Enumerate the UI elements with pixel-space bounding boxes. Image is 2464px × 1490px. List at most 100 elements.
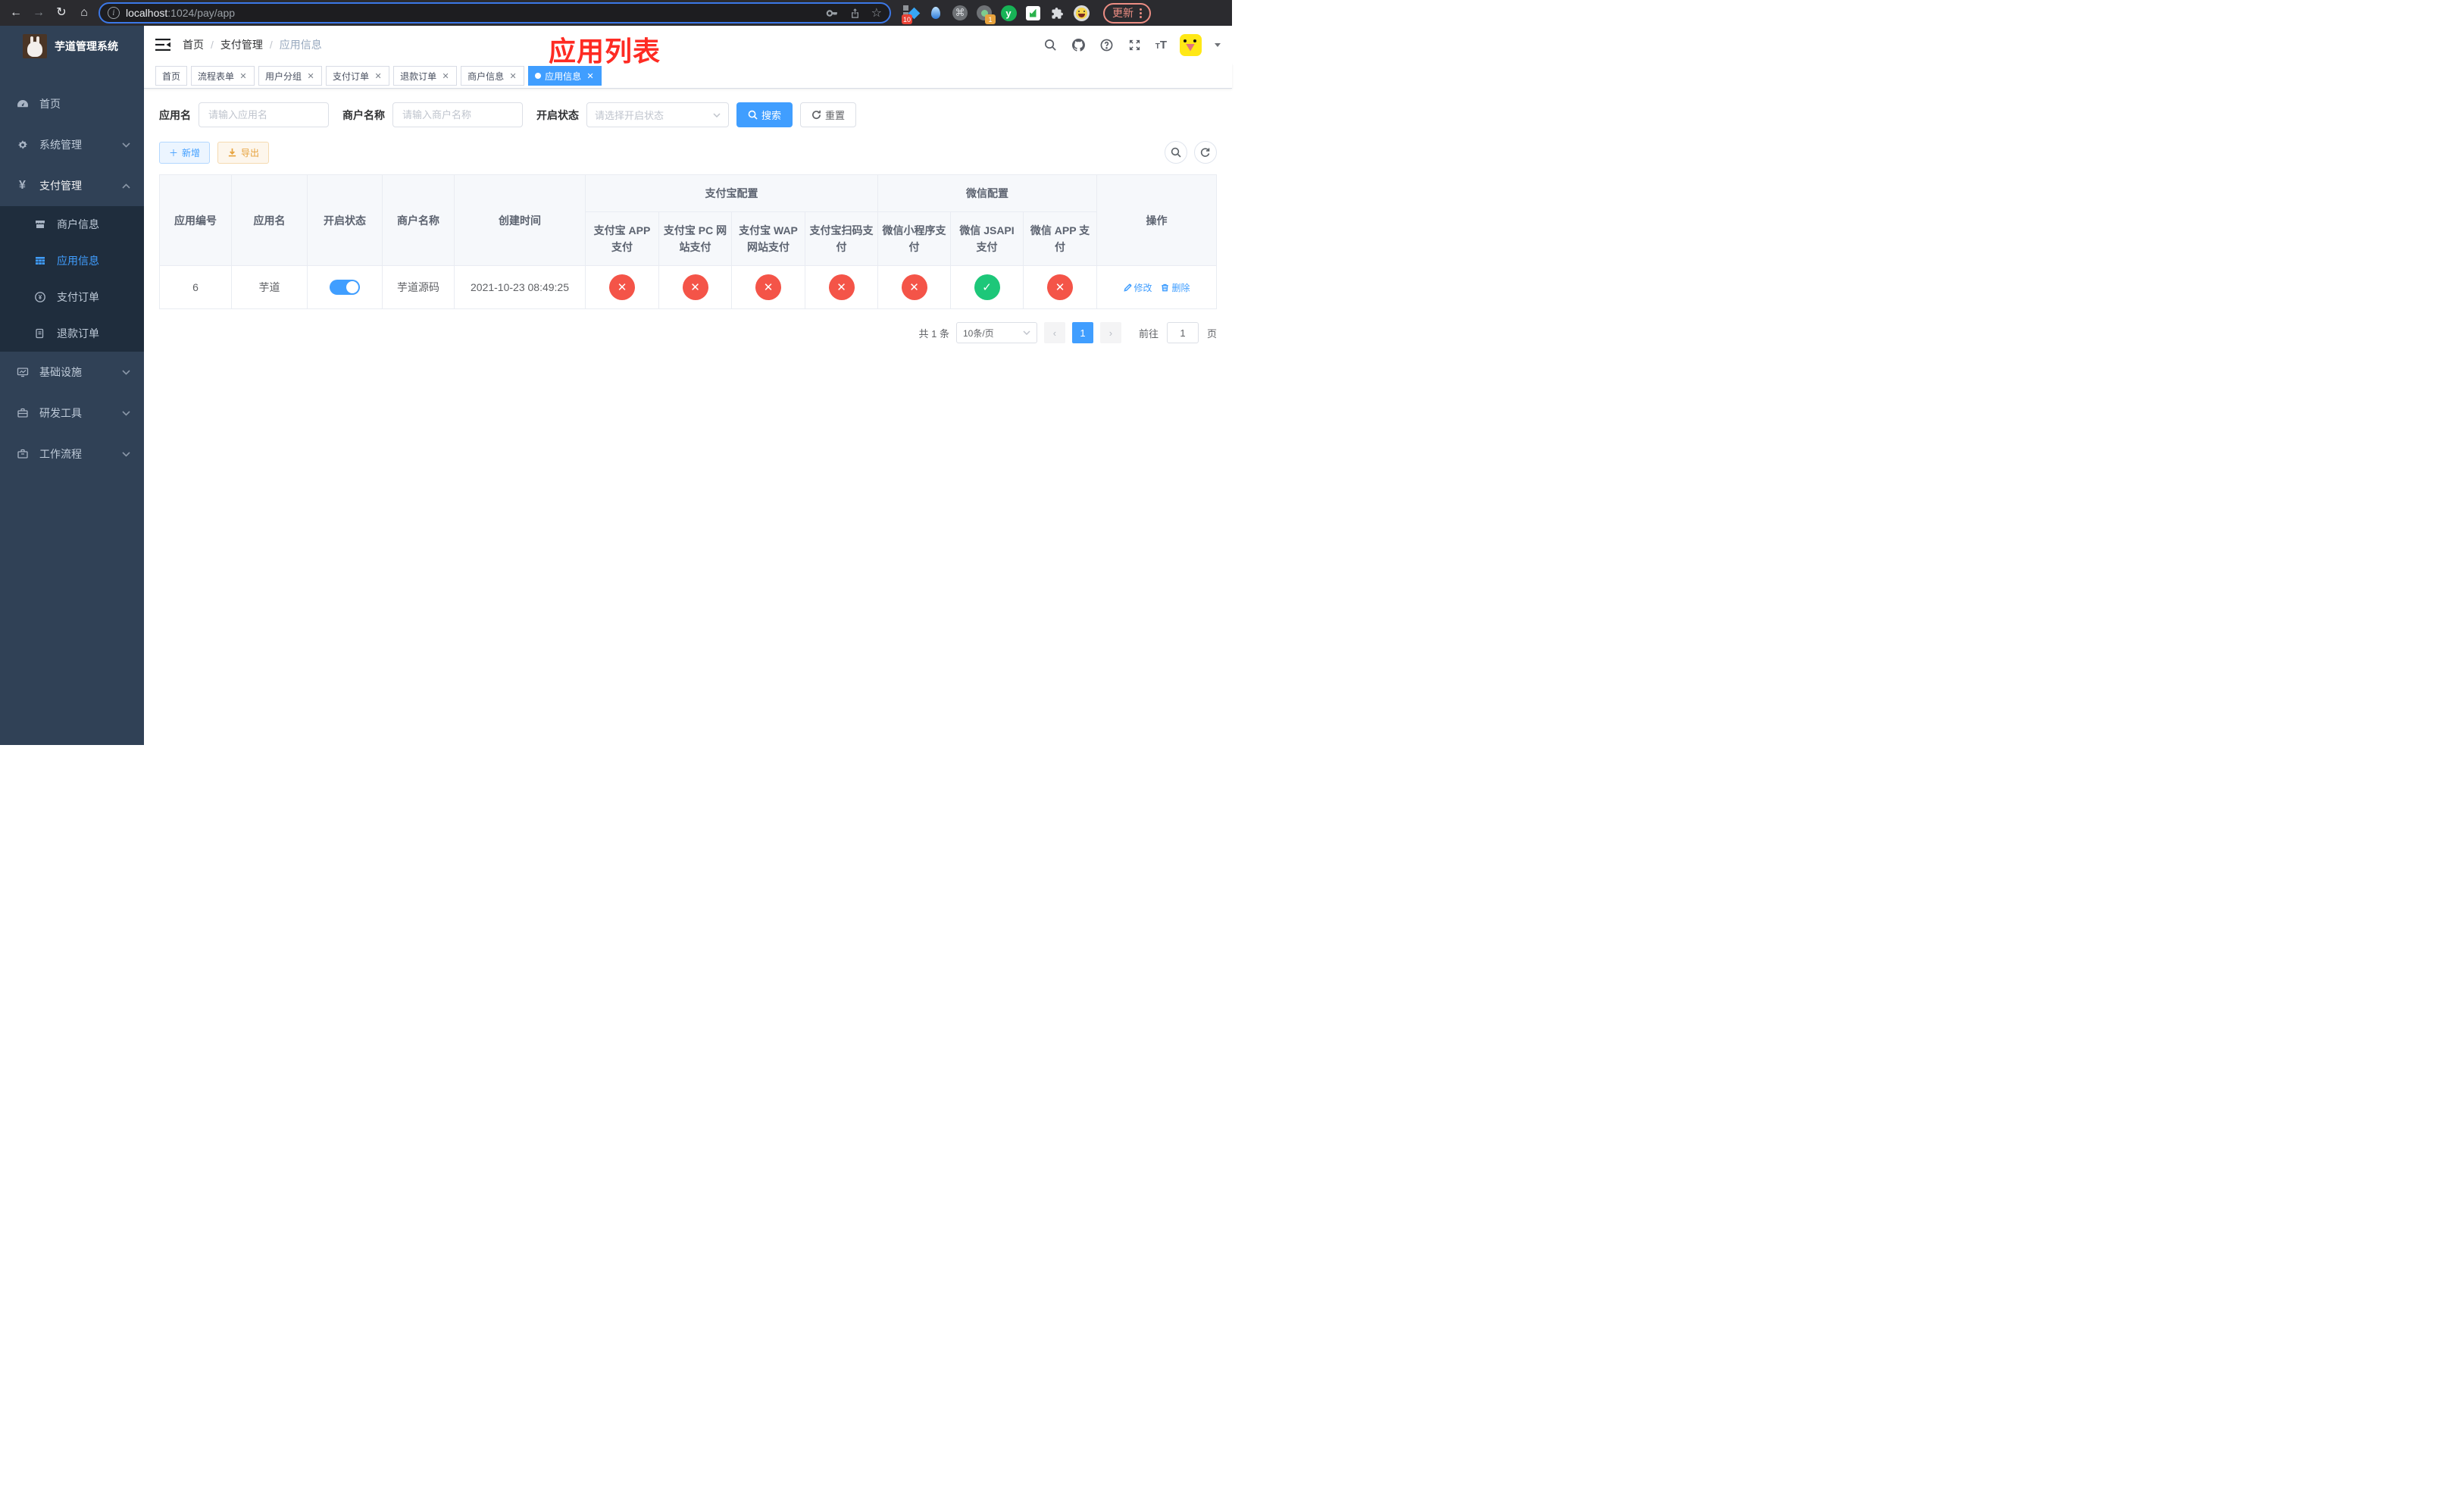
extension-axure-icon[interactable]: 10 <box>902 5 920 24</box>
refresh-table-button[interactable] <box>1194 141 1217 164</box>
export-button[interactable]: 导出 <box>217 141 270 164</box>
extension-badge: 10 <box>902 14 913 24</box>
col-header-status: 开启状态 <box>307 174 383 266</box>
goto-page-input[interactable] <box>1166 322 1199 343</box>
col-header-merchant: 商户名称 <box>382 174 455 266</box>
cell-app-id: 6 <box>159 265 232 309</box>
sidebar-item-refund-order[interactable]: 退款订单 <box>0 315 144 352</box>
browser-home-button[interactable]: ⌂ <box>74 3 94 23</box>
fullscreen-icon[interactable] <box>1127 37 1143 52</box>
close-icon[interactable]: ✕ <box>374 71 383 81</box>
breadcrumb-home[interactable]: 首页 <box>183 37 204 52</box>
close-icon[interactable]: ✕ <box>239 71 248 81</box>
browser-forward-button[interactable]: → <box>29 3 48 23</box>
edit-pencil-icon <box>1123 283 1132 292</box>
address-bar[interactable]: i localhost:1024/pay/app ☆ <box>98 2 891 23</box>
sidebar-item-merchant-info[interactable]: 商户信息 <box>0 206 144 243</box>
logo-image <box>23 34 47 58</box>
github-icon[interactable] <box>1071 37 1087 52</box>
extension-profile-icon[interactable]: 1 <box>976 5 996 24</box>
app-name-label: 应用名 <box>159 108 191 121</box>
sidebar-item-infra[interactable]: 基础设施 <box>0 352 144 393</box>
breadcrumb-payment[interactable]: 支付管理 <box>220 37 263 52</box>
help-icon[interactable] <box>1099 37 1115 52</box>
page-annotation-title: 应用列表 <box>549 36 661 67</box>
sidebar-item-system[interactable]: 系统管理 <box>0 124 144 165</box>
font-size-icon[interactable]: TT <box>1155 39 1167 52</box>
wx-app-status-icon: ✕ <box>1047 274 1074 300</box>
download-icon <box>228 148 236 157</box>
col-header-app-name: 应用名 <box>231 174 308 266</box>
reset-button[interactable]: 重置 <box>800 102 857 127</box>
gear-icon <box>16 139 29 151</box>
close-icon[interactable]: ✕ <box>306 71 315 81</box>
tab-refund-order[interactable]: 退款订单 ✕ <box>393 66 458 86</box>
close-icon[interactable]: ✕ <box>586 71 595 81</box>
tab-pay-order[interactable]: 支付订单 ✕ <box>326 66 390 86</box>
browser-back-button[interactable]: ← <box>6 3 26 23</box>
cell-merchant: 芋道源码 <box>382 265 455 309</box>
page-size-select[interactable]: 10条/页 <box>955 322 1037 343</box>
edit-link[interactable]: 修改 <box>1123 281 1152 294</box>
sidebar-item-home[interactable]: 首页 <box>0 83 144 124</box>
add-button[interactable]: ＋ 新增 <box>159 141 211 164</box>
monitor-chart-icon <box>16 366 29 378</box>
breadcrumb-current: 应用信息 <box>279 39 322 51</box>
goto-label: 前往 <box>1138 327 1159 340</box>
extension-balloon-icon[interactable] <box>927 5 944 21</box>
delete-link[interactable]: 删除 <box>1161 281 1190 294</box>
tab-home[interactable]: 首页 <box>155 66 188 86</box>
pagination: 共 1 条 10条/页 ‹ 1 › 前往 页 <box>159 322 1217 343</box>
share-icon[interactable] <box>849 7 861 20</box>
sidebar-item-workflow[interactable]: 工作流程 <box>0 434 144 474</box>
browser-menu-icon[interactable] <box>1140 8 1142 18</box>
dashboard-icon <box>16 98 29 110</box>
col-header-alipay-app: 支付宝 APP 支付 <box>585 211 659 266</box>
header-search-icon[interactable] <box>1043 37 1058 52</box>
extension-emoji-icon[interactable] <box>1073 5 1090 21</box>
site-info-icon[interactable]: i <box>108 7 120 19</box>
browser-reload-button[interactable]: ↻ <box>52 3 71 23</box>
tab-user-group[interactable]: 用户分组 ✕ <box>258 66 323 86</box>
group-header-alipay: 支付宝配置 <box>585 174 878 212</box>
bookmark-star-icon[interactable]: ☆ <box>871 5 882 20</box>
sidebar-item-app-info[interactable]: 应用信息 <box>0 243 144 279</box>
extensions-puzzle-icon[interactable] <box>1049 5 1065 21</box>
merchant-name-input[interactable] <box>392 102 523 127</box>
page-unit-label: 页 <box>1206 327 1217 340</box>
breadcrumb: 首页 / 支付管理 / 应用信息 <box>183 37 322 52</box>
extension-y-icon[interactable]: y <box>1000 5 1017 21</box>
chevron-down-icon <box>122 369 130 375</box>
tab-merchant-info[interactable]: 商户信息 ✕ <box>461 66 525 86</box>
extension-chart-icon[interactable] <box>1024 5 1041 21</box>
close-icon[interactable]: ✕ <box>441 71 450 81</box>
wx-jsapi-status-icon: ✓ <box>974 274 1000 300</box>
sidebar-item-devtools[interactable]: 研发工具 <box>0 393 144 434</box>
page-number-1[interactable]: 1 <box>1071 322 1093 343</box>
toggle-search-button[interactable] <box>1165 141 1187 164</box>
sidebar-item-pay-order[interactable]: ¥ 支付订单 <box>0 279 144 315</box>
refund-doc-icon <box>33 327 46 340</box>
search-icon <box>748 110 758 120</box>
alipay-pc-status-icon: ✕ <box>682 274 708 300</box>
sidebar-logo[interactable]: 芋道管理系统 <box>0 26 144 67</box>
extension-badge: 1 <box>985 14 996 24</box>
tab-process-form[interactable]: 流程表单 ✕ <box>191 66 255 86</box>
password-key-icon[interactable] <box>826 7 839 20</box>
sidebar-item-payment[interactable]: ¥ 支付管理 <box>0 165 144 206</box>
col-header-alipay-wap: 支付宝 WAP 网站支付 <box>731 211 805 266</box>
sidebar-collapse-icon[interactable] <box>155 38 170 52</box>
browser-update-button[interactable]: 更新 <box>1103 2 1151 23</box>
app-name-input[interactable] <box>199 102 329 127</box>
app-table: 应用编号 应用名 开启状态 商户名称 创建时间 支付宝配置 微信配置 操作 支付… <box>159 174 1217 309</box>
prev-page-button[interactable]: ‹ <box>1043 322 1065 343</box>
status-select[interactable]: 请选择开启状态 <box>586 102 729 127</box>
extension-command-icon[interactable]: ⌘ <box>952 5 968 21</box>
close-icon[interactable]: ✕ <box>508 71 518 81</box>
next-page-button[interactable]: › <box>1099 322 1121 343</box>
user-avatar[interactable] <box>1180 33 1202 56</box>
search-button[interactable]: 搜索 <box>736 102 793 127</box>
enabled-toggle[interactable] <box>330 280 360 295</box>
yen-icon: ¥ <box>19 179 26 192</box>
user-menu-caret-icon[interactable] <box>1215 42 1221 47</box>
